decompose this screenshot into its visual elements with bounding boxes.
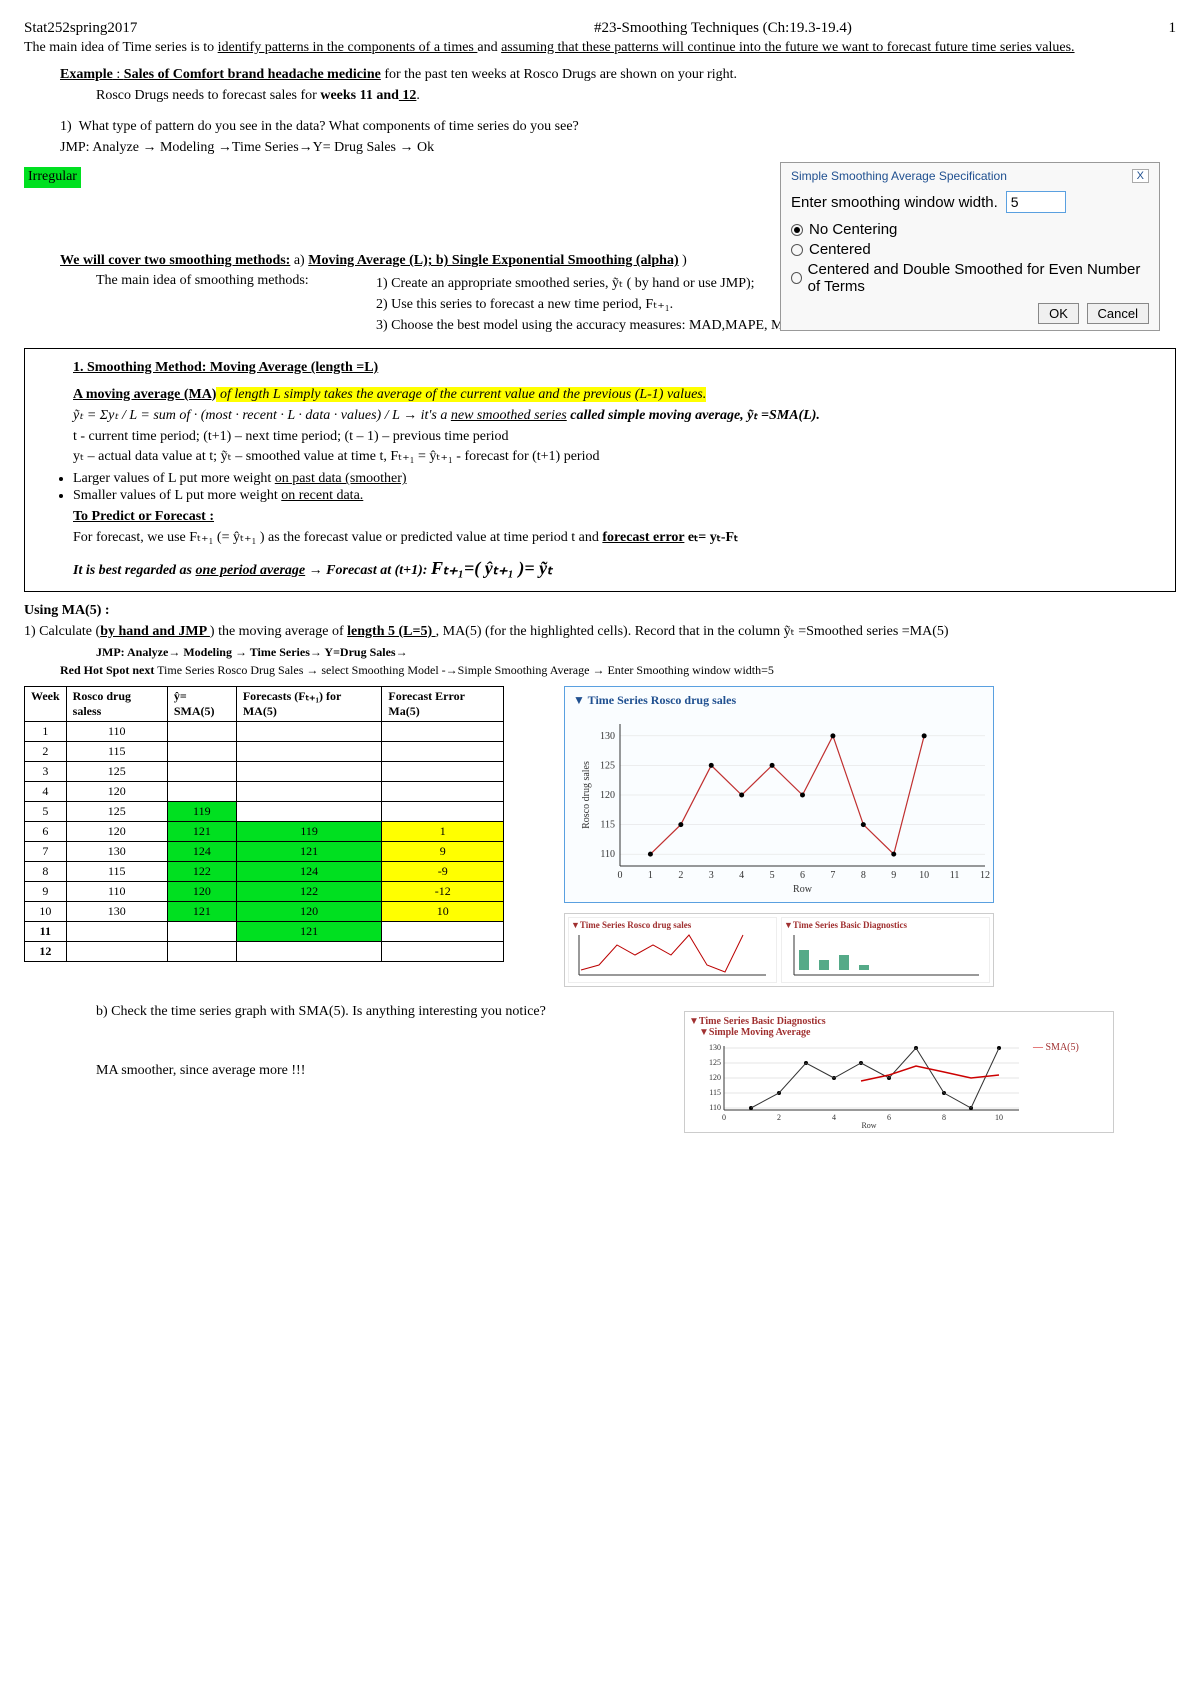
sma-formula: ỹₜ = Σyₜ / L = sum of · (most · recent ·… [73, 407, 1163, 426]
chart-svg: 1101151201251300123456789101112RowRosco … [575, 714, 995, 894]
moving-average-chart: ▼Time Series Basic Diagnostics ▼Simple M… [684, 1011, 1114, 1133]
time-series-chart: ▼ Time Series Rosco drug sales 110115120… [564, 686, 994, 903]
table-row: 8115122124-9 [25, 862, 504, 882]
svg-text:8: 8 [942, 1113, 946, 1122]
page-header: Stat252spring2017 #23-Smoothing Techniqu… [24, 20, 1176, 37]
example-heading: Example : Sales of Comfort brand headach… [60, 66, 1176, 85]
svg-text:Row: Row [793, 884, 813, 894]
rosco-line: Rosco Drugs needs to forecast sales for … [96, 87, 1176, 106]
svg-text:11: 11 [950, 870, 960, 881]
col-sales: Rosco drug saless [66, 687, 167, 722]
cancel-button[interactable]: Cancel [1087, 303, 1149, 324]
predict-line: For forecast, we use Fₜ₊₁ (= ŷₜ₊₁ ) as t… [73, 529, 1163, 548]
close-icon[interactable]: X [1132, 169, 1149, 183]
question-b: b) Check the time series graph with SMA(… [96, 1003, 664, 1022]
table-row: 9110120122-12 [25, 882, 504, 902]
svg-text:4: 4 [739, 870, 744, 881]
radio-centered[interactable]: Centered [791, 241, 1149, 258]
svg-text:4: 4 [832, 1113, 836, 1122]
mini-chart-left [571, 930, 771, 980]
col-forecast: Forecasts (Fₜ₊₁) for MA(5) [236, 687, 382, 722]
svg-text:Row: Row [861, 1121, 876, 1128]
red-hot-spot-line: Red Hot Spot next Red Hot Spot next Time… [60, 662, 1176, 678]
svg-text:125: 125 [709, 1058, 721, 1067]
svg-text:2: 2 [678, 870, 683, 881]
col-sma: ŷ= SMA(5) [167, 687, 236, 722]
svg-text:6: 6 [800, 870, 805, 881]
table-row: 2115 [25, 742, 504, 762]
predict-heading: To Predict or Forecast : [73, 508, 1163, 527]
jmp-path: Analyze → Modeling →Time Series→Y= Drug … [92, 140, 434, 155]
svg-text:115: 115 [600, 820, 615, 831]
ma-smoother-note: MA smoother, since average more !!! [96, 1062, 664, 1081]
course-code: Stat252spring2017 [24, 20, 137, 37]
svg-text:125: 125 [600, 761, 615, 772]
table-row: 4120 [25, 782, 504, 802]
using-ma5-heading: Using MA(5) : [24, 602, 1176, 621]
radio-centered-double[interactable]: Centered and Double Smoothed for Even Nu… [791, 261, 1149, 295]
svg-text:7: 7 [830, 870, 835, 881]
smoothing-dialog: Simple Smoothing Average Specification X… [780, 162, 1160, 331]
svg-text:9: 9 [891, 870, 896, 881]
intro-line: The main idea of Time series is to ident… [24, 39, 1176, 58]
svg-text:110: 110 [600, 849, 615, 860]
question-block: 1) What type of pattern do you see in th… [24, 118, 664, 189]
table-row: 61201211191 [25, 822, 504, 842]
radio-icon [791, 244, 803, 256]
table-row: 71301241219 [25, 842, 504, 862]
svg-text:6: 6 [887, 1113, 891, 1122]
ok-button[interactable]: OK [1038, 303, 1079, 324]
svg-text:130: 130 [600, 731, 615, 742]
table-row: 1110 [25, 722, 504, 742]
svg-text:5: 5 [770, 870, 775, 881]
box-heading: 1. Smoothing Method: Moving Average (len… [73, 359, 1163, 378]
svg-text:8: 8 [861, 870, 866, 881]
ma5-table: Week Rosco drug saless ŷ= SMA(5) Forecas… [24, 686, 504, 962]
bullets: Larger values of L put more weight on pa… [73, 471, 1163, 504]
radio-icon [791, 272, 802, 284]
svg-text:0: 0 [722, 1113, 726, 1122]
svg-text:10: 10 [919, 870, 929, 881]
svg-text:3: 3 [709, 870, 714, 881]
mini-chart-right [784, 930, 984, 980]
radio-no-centering[interactable]: No Centering [791, 221, 1149, 238]
table-row: 12 [25, 942, 504, 962]
smoothing-width-input[interactable] [1006, 191, 1066, 213]
svg-text:12: 12 [980, 870, 990, 881]
using-step1: 1) Calculate (by hand and JMP ) the movi… [24, 623, 1176, 642]
svg-text:10: 10 [995, 1113, 1003, 1122]
dialog-title: Simple Smoothing Average Specification [791, 169, 1007, 183]
table-row: 11121 [25, 922, 504, 942]
svg-text:0: 0 [618, 870, 623, 881]
jmp-path-2: JMP: Analyze→ Modeling → Time Series→ Y=… [96, 644, 1176, 660]
svg-text:120: 120 [600, 790, 615, 801]
small-diagnostic-panels: ▼Time Series Rosco drug sales ▼Time Seri… [564, 913, 994, 987]
table-row: 1013012112010 [25, 902, 504, 922]
page-number: 1 [1168, 20, 1176, 37]
irregular-label: Irregular [24, 167, 81, 188]
enter-width-label: Enter smoothing window width. [791, 194, 998, 211]
radio-icon [791, 224, 803, 236]
col-error: Forecast Error Ma(5) [382, 687, 504, 722]
svg-text:2: 2 [777, 1113, 781, 1122]
svg-text:Rosco drug sales: Rosco drug sales [581, 761, 592, 829]
svg-text:120: 120 [709, 1073, 721, 1082]
page-title: #23-Smoothing Techniques (Ch:19.3-19.4) [594, 20, 852, 37]
sma-chart-svg: 110 115 120 125 130 0 2 4 6 8 10 Row [689, 1038, 1029, 1128]
svg-text:110: 110 [709, 1103, 721, 1112]
table-row: 5125119 [25, 802, 504, 822]
best-line: It is best regarded as one period averag… [73, 556, 1163, 581]
table-row: 3125 [25, 762, 504, 782]
svg-text:115: 115 [709, 1088, 721, 1097]
svg-text:1: 1 [648, 870, 653, 881]
col-week: Week [25, 687, 67, 722]
svg-text:130: 130 [709, 1043, 721, 1052]
moving-average-box: 1. Smoothing Method: Moving Average (len… [24, 348, 1176, 592]
